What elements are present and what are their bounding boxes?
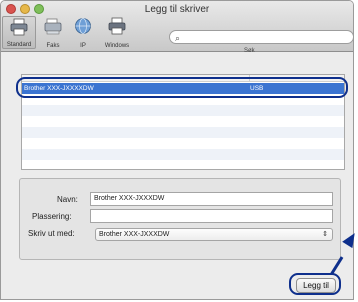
print-with-label: Skriv ut med:	[28, 229, 75, 238]
location-field[interactable]	[90, 209, 333, 223]
name-label: Navn:	[57, 195, 78, 204]
search-icon: ⌕	[175, 33, 181, 43]
list-item-empty	[22, 127, 344, 138]
callout-ring-printer-row	[16, 77, 348, 98]
print-with-select[interactable]: Brother XXX-JXXXDW ⇕	[95, 228, 333, 241]
fax-icon	[44, 18, 62, 35]
search-input[interactable]: ⌕	[169, 30, 353, 44]
printer-icon	[10, 18, 28, 36]
search-label: Søk	[244, 48, 255, 54]
location-label: Plassering:	[32, 212, 72, 221]
title-bar: Legg til skriver Standard Faks IP Window…	[1, 1, 353, 54]
toolbar-windows-label: Windows	[104, 43, 130, 49]
toolbar-windows-button[interactable]: Windows	[99, 16, 135, 49]
print-with-value: Brother XXX-JXXXDW	[99, 231, 170, 238]
globe-icon	[75, 18, 91, 34]
toolbar-faks-button[interactable]: Faks	[38, 16, 68, 49]
name-field[interactable]: Brother XXX-JXXXDW	[90, 192, 333, 206]
list-item-empty	[22, 160, 344, 169]
add-printer-window: Legg til skriver Standard Faks IP Window…	[0, 0, 354, 300]
toolbar-ip-label: IP	[80, 43, 86, 49]
list-item-empty	[22, 105, 344, 116]
window-title: Legg til skriver	[144, 4, 210, 15]
list-item-empty	[22, 138, 344, 149]
list-item-empty	[22, 149, 344, 160]
toolbar-ip-button[interactable]: IP	[69, 16, 97, 49]
list-item-empty	[22, 116, 344, 127]
toolbar-standard-button[interactable]: Standard	[2, 16, 36, 49]
updown-chevron-icon: ⇕	[322, 231, 328, 238]
callout-ring-add-button	[289, 273, 341, 295]
toolbar-standard-label: Standard	[6, 42, 32, 48]
windows-printer-icon	[108, 17, 126, 35]
toolbar-faks-label: Faks	[46, 43, 60, 49]
